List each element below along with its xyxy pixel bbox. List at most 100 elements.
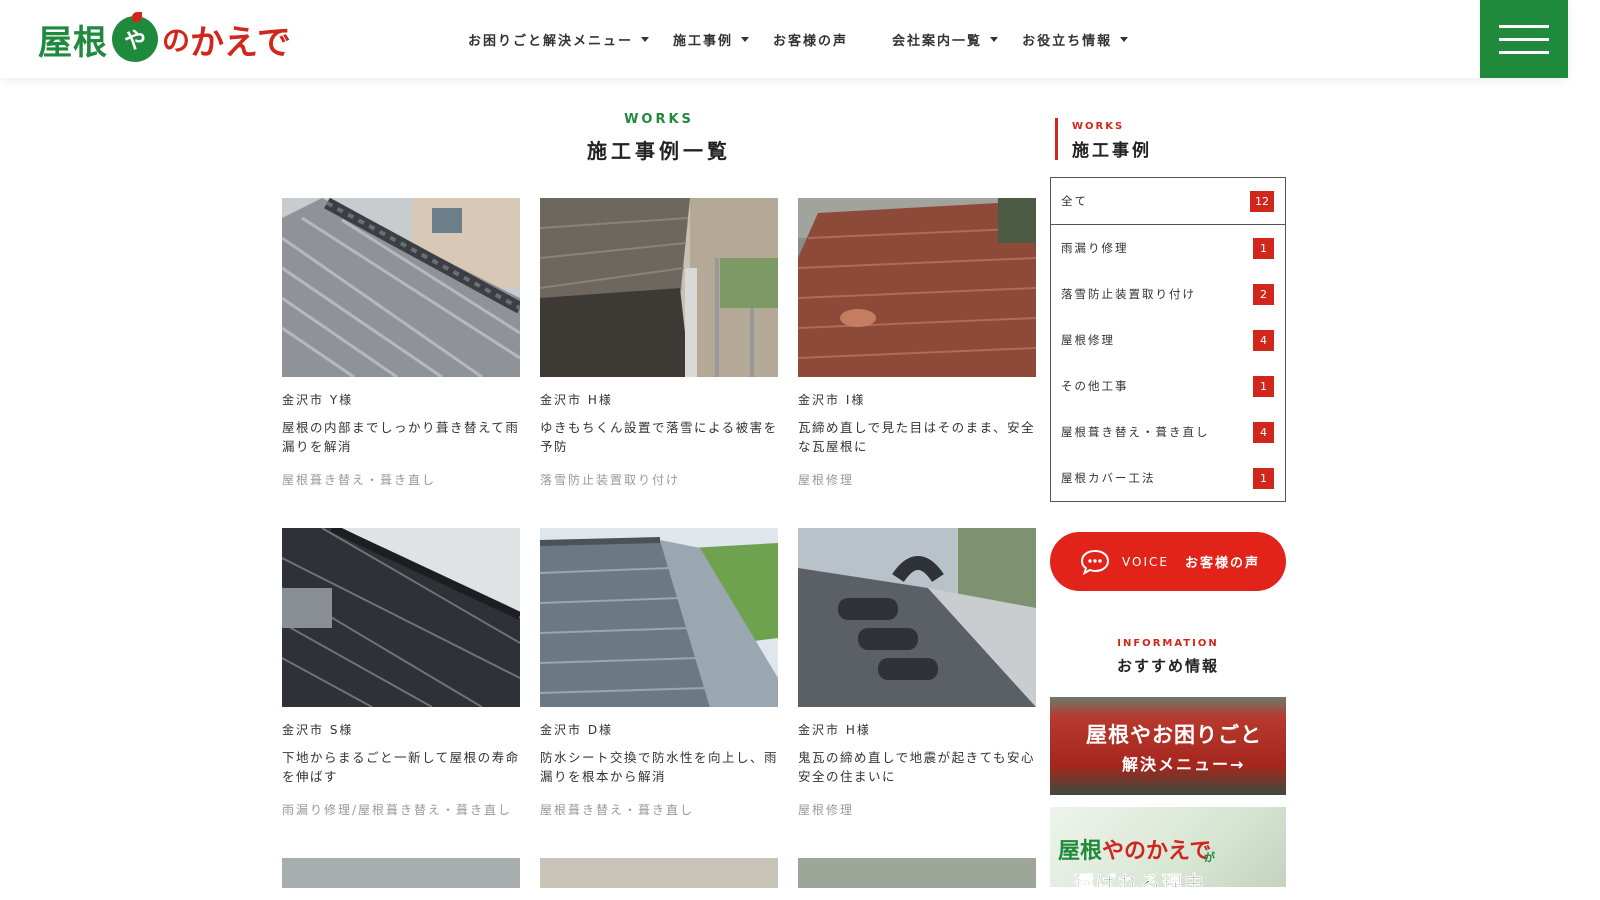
page-title: 施工事例一覧 <box>587 139 731 163</box>
work-category: 雨漏り修理/屋根葺き替え・葺き直し <box>282 803 513 817</box>
category-item-snow-guard[interactable]: 落雪防止装置取り付け 2 <box>1051 271 1285 317</box>
logo-text-kaede: かえで <box>190 22 291 63</box>
roof-image[interactable] <box>540 858 778 888</box>
works-main: WORKS 施工事例一覧 金沢市 Y様 屋根の内部までしっかり葺き替えて雨漏りを… <box>282 100 1036 888</box>
nav-item-useful-info[interactable]: お役立ち情報 <box>1022 30 1129 49</box>
category-label: 落雪防止装置取り付け <box>1061 287 1196 301</box>
voice-label-jp: お客様の声 <box>1184 556 1260 571</box>
chevron-down-icon <box>641 36 650 42</box>
category-item-cover-method[interactable]: 屋根カバー工法 1 <box>1051 455 1285 501</box>
chevron-down-icon <box>990 36 999 42</box>
category-label: 全て <box>1061 194 1088 208</box>
work-location: 金沢市 S様 <box>282 723 354 737</box>
category-label: 屋根修理 <box>1061 333 1115 347</box>
work-title[interactable]: 瓦締め直しで見た目はそのまま、安全な瓦屋根に <box>798 418 1036 456</box>
count-badge: 1 <box>1253 467 1274 489</box>
category-item-reroofing[interactable]: 屋根葺き替え・葺き直し 4 <box>1051 409 1285 455</box>
work-title[interactable]: 防水シート交換で防水性を向上し、雨漏りを根本から解消 <box>540 748 778 786</box>
work-card[interactable]: 金沢市 Y様 屋根の内部までしっかり葺き替えて雨漏りを解消 屋根葺き替え・葺き直… <box>282 198 520 488</box>
work-location: 金沢市 D様 <box>540 723 614 737</box>
work-category: 屋根修理 <box>798 803 855 817</box>
work-card[interactable]: 金沢市 S様 下地からまるごと一新して屋根の寿命を伸ばす 雨漏り修理/屋根葺き替… <box>282 528 520 818</box>
nav-item-label: 会社案内一覧 <box>892 33 983 49</box>
category-item-all[interactable]: 全て 12 <box>1051 178 1285 225</box>
work-card[interactable] <box>282 858 520 888</box>
banner-logo: 屋根やのかえで <box>1058 833 1211 865</box>
chevron-down-icon <box>741 36 750 42</box>
black-tile-roof-image[interactable] <box>282 528 520 707</box>
nav-item-company[interactable]: 会社案内一覧 <box>892 30 999 49</box>
chevron-down-icon <box>1120 36 1129 42</box>
reasons-banner[interactable]: 屋根やのかえで が 選ばれる理由 <box>1050 807 1286 887</box>
trouble-menu-banner[interactable]: 屋根やお困りごと 解決メニュー→ <box>1050 697 1286 795</box>
sidebar-heading-jp: 施工事例 <box>1072 141 1152 161</box>
voice-button[interactable]: VOICE お客様の声 <box>1050 532 1286 591</box>
category-item-leak-repair[interactable]: 雨漏り修理 1 <box>1051 225 1285 271</box>
gray-tile-roof-image[interactable] <box>282 198 520 377</box>
work-category: 屋根葺き替え・葺き直し <box>282 473 437 487</box>
count-badge: 1 <box>1253 375 1274 397</box>
work-category: 屋根葺き替え・葺き直し <box>540 803 695 817</box>
category-item-other[interactable]: その他工事 1 <box>1051 363 1285 409</box>
work-card[interactable]: 金沢市 H様 鬼瓦の締め直しで地震が起きても安心安全の住まいに 屋根修理 <box>798 528 1036 818</box>
count-badge: 1 <box>1253 237 1274 259</box>
section-title-en: WORKS <box>624 112 694 127</box>
work-card[interactable]: 金沢市 H様 ゆきもちくん設置で落雪による被害を予防 落雪防止装置取り付け <box>540 198 778 488</box>
hamburger-menu-button[interactable] <box>1480 0 1568 78</box>
banner-logo-c: のかえで <box>1124 839 1212 864</box>
nav-item-label: 施工事例 <box>673 33 734 49</box>
work-location: 金沢市 H様 <box>798 723 871 737</box>
work-title[interactable]: ゆきもちくん設置で落雪による被害を予防 <box>540 418 778 456</box>
work-card[interactable] <box>798 858 1036 888</box>
work-title[interactable]: 下地からまるごと一新して屋根の寿命を伸ばす <box>282 748 520 786</box>
roof-image[interactable] <box>282 858 520 888</box>
speech-bubble-icon <box>1080 549 1110 575</box>
banner-logo-a: 屋根 <box>1058 839 1103 864</box>
site-header: 屋根 や の かえで お困りごと解決メニュー 施工事例 お客様の声 会社案内一覧… <box>0 0 1568 78</box>
category-label: 屋根葺き替え・葺き直し <box>1061 425 1210 439</box>
ridge-closeup-roof-image[interactable] <box>798 528 1036 707</box>
sidebar-heading: WORKS 施工事例 <box>1055 118 1286 161</box>
banner-subtitle: 解決メニュー→ <box>1122 755 1246 774</box>
nav-item-label: お客様の声 <box>773 33 849 49</box>
work-category: 屋根修理 <box>798 473 855 487</box>
logo-text-no: の <box>162 24 191 57</box>
work-card[interactable]: 金沢市 I様 瓦締め直しで見た目はそのまま、安全な瓦屋根に 屋根修理 <box>798 198 1036 488</box>
nav-item-label: お役立ち情報 <box>1022 33 1113 49</box>
work-location: 金沢市 I様 <box>798 393 866 407</box>
category-label: 雨漏り修理 <box>1061 241 1129 255</box>
work-location: 金沢市 H様 <box>540 393 613 407</box>
wet-tile-roof-image[interactable] <box>540 198 778 377</box>
category-list: 全て 12 雨漏り修理 1 落雪防止装置取り付け 2 屋根修理 4 その他工事 … <box>1050 177 1286 502</box>
work-title[interactable]: 鬼瓦の締め直しで地震が起きても安心安全の住まいに <box>798 748 1036 786</box>
count-badge: 4 <box>1253 329 1274 351</box>
work-card[interactable] <box>540 858 778 888</box>
menu-bar-icon <box>1499 50 1549 54</box>
info-heading-en: INFORMATION <box>1117 638 1219 649</box>
banner-particle: が <box>1204 851 1215 864</box>
nav-item-works[interactable]: 施工事例 <box>673 30 750 49</box>
menu-bar-icon <box>1499 24 1549 28</box>
work-title[interactable]: 屋根の内部までしっかり葺き替えて雨漏りを解消 <box>282 418 520 456</box>
banner-logo-b: や <box>1102 839 1125 864</box>
count-badge: 4 <box>1253 421 1274 443</box>
nav-item-trouble-menu[interactable]: お困りごと解決メニュー <box>468 30 650 49</box>
banner-title: 屋根やお困りごと <box>1086 723 1262 747</box>
work-location: 金沢市 Y様 <box>282 393 354 407</box>
red-tile-roof-image[interactable] <box>798 198 1036 377</box>
info-heading-jp: おすすめ情報 <box>1116 657 1219 675</box>
nav-item-label: お困りごと解決メニュー <box>468 33 634 49</box>
sidebar-heading-en: WORKS <box>1072 121 1125 132</box>
count-badge: 12 <box>1250 190 1274 212</box>
nav-item-voice[interactable]: お客様の声 <box>773 30 848 49</box>
global-nav: お困りごと解決メニュー 施工事例 お客様の声 会社案内一覧 お役立ち情報 <box>468 0 1152 78</box>
blue-gray-tile-roof-image[interactable] <box>540 528 778 707</box>
roof-image[interactable] <box>798 858 1036 888</box>
banner-title: 選ばれる理由 <box>1074 871 1206 887</box>
site-logo[interactable]: 屋根 や の かえで <box>38 12 291 66</box>
menu-bar-icon <box>1499 37 1549 41</box>
count-badge: 2 <box>1253 283 1274 305</box>
work-card[interactable]: 金沢市 D様 防水シート交換で防水性を向上し、雨漏りを根本から解消 屋根葺き替え… <box>540 528 778 818</box>
work-category: 落雪防止装置取り付け <box>540 473 681 487</box>
category-item-roof-repair[interactable]: 屋根修理 4 <box>1051 317 1285 363</box>
